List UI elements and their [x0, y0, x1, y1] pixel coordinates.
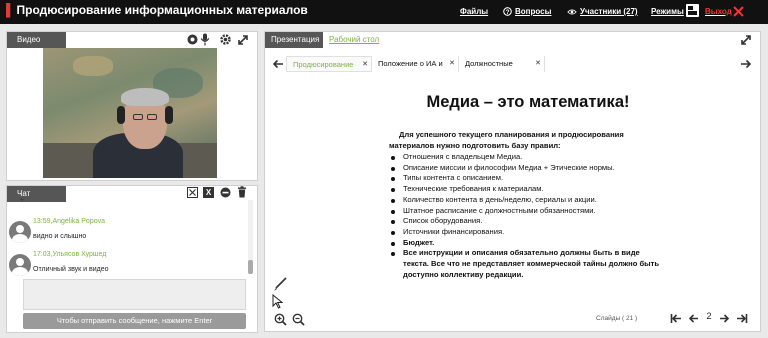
chat-time: 17:03,: [33, 251, 53, 258]
chat-scrollbar-thumb[interactable]: [248, 260, 253, 274]
next-page-icon[interactable]: [719, 313, 730, 324]
zoom-out-icon[interactable]: [292, 313, 305, 326]
app-title: ▌ Продюсирование информационных материало…: [6, 3, 308, 17]
questions-label: Вопросы: [515, 7, 552, 16]
exit-label: Выход: [705, 7, 732, 16]
slide-title: Медиа – это математика!: [426, 93, 630, 111]
close-icon[interactable]: ✕: [535, 56, 541, 72]
prev-page-icon[interactable]: [688, 313, 699, 324]
slide-body: Для успешного текущего планирования и пр…: [389, 130, 664, 280]
top-bar: ▌ Продюсирование информационных материало…: [0, 0, 768, 24]
files-link[interactable]: Файлы: [460, 7, 488, 16]
slide-intro: Для успешного текущего планирования и пр…: [389, 130, 624, 150]
doc-tab-1[interactable]: Продюсирование ✕: [286, 56, 372, 72]
slides-label: Слайды (: [596, 315, 625, 322]
slide-bullet: Бюджет.: [389, 238, 664, 249]
chat-truncated-line: +: [20, 197, 25, 204]
close-icon[interactable]: [733, 6, 744, 17]
chat-message-text: видно и слышно: [33, 233, 87, 240]
slide-bullet: Описание миссии и философии Медиа + Этич…: [389, 163, 664, 174]
close-icon[interactable]: ✕: [449, 56, 455, 72]
current-slide[interactable]: 2: [703, 311, 715, 321]
questions-link[interactable]: ? Вопросы: [503, 7, 551, 16]
layout-icon[interactable]: [686, 4, 699, 17]
doc-tab-label: Должностные: [465, 59, 513, 68]
eye-icon: [567, 9, 577, 14]
question-icon: ?: [503, 7, 512, 16]
doc-tab-label: Положение о ИА и: [378, 59, 443, 68]
tabs-left-arrow-icon[interactable]: [272, 59, 284, 69]
chat-input[interactable]: [23, 279, 246, 310]
gear-icon[interactable]: [219, 33, 232, 46]
video-frame: [43, 48, 217, 178]
chat-author[interactable]: Angelika Popova: [52, 218, 105, 225]
participants-link[interactable]: Участники (27): [567, 7, 638, 16]
tab-presentation-label: Презентация: [271, 35, 320, 44]
participants-label: Участники (27): [580, 7, 638, 16]
close-box-icon[interactable]: [187, 187, 198, 198]
slide-bullet: Количество контента в день/неделю, сериа…: [389, 195, 664, 206]
doc-tab-3[interactable]: Должностные ✕: [459, 56, 545, 72]
slide-bullet: Источники финансирования.: [389, 227, 664, 238]
slide-bullet: Типы контента с описанием.: [389, 173, 664, 184]
last-page-icon[interactable]: [736, 313, 748, 324]
chat-tab[interactable]: Чат: [7, 186, 66, 202]
avatar: [9, 221, 31, 243]
chat-message-header: 13:59,Angelika Popova: [33, 218, 105, 225]
chat-time: 13:59,: [33, 218, 53, 225]
slides-count: 21: [625, 315, 634, 322]
files-label: Файлы: [460, 7, 489, 16]
pen-icon[interactable]: [272, 276, 288, 292]
chat-author[interactable]: Ульясов Хуршед: [52, 251, 106, 258]
record-icon[interactable]: [187, 34, 198, 45]
tab-desktop[interactable]: Рабочий стол: [329, 35, 379, 44]
chat-message-header: 17:03,Ульясов Хуршед: [33, 251, 106, 258]
avatar: [9, 254, 31, 276]
video-tab[interactable]: Видео: [7, 32, 66, 48]
trash-icon[interactable]: [237, 186, 247, 198]
chat-scrollbar[interactable]: [248, 200, 253, 274]
tab-presentation[interactable]: Презентация: [265, 32, 323, 48]
headphones: [117, 106, 125, 124]
doc-tab-label: Продюсирование: [293, 60, 354, 69]
first-page-icon[interactable]: [670, 313, 682, 324]
cursor-icon[interactable]: [272, 294, 283, 309]
tabs-right-arrow-icon[interactable]: [740, 59, 752, 69]
expand-icon[interactable]: [237, 34, 249, 46]
slides-close-paren: ): [635, 315, 638, 322]
doc-tab-2[interactable]: Положение о ИА и ✕: [372, 56, 459, 72]
chat-message-text: Отличный звук и видео: [33, 266, 109, 273]
mic-icon[interactable]: [200, 33, 210, 46]
svg-text:?: ?: [506, 9, 510, 16]
send-hint-button[interactable]: Чтобы отправить сообщение, нажмите Enter: [23, 313, 246, 329]
slide-bullet: Технические требования к материалам.: [389, 184, 664, 195]
expand-icon[interactable]: [740, 34, 752, 46]
slide-bullet: Все инструкции и описания обязательно до…: [389, 248, 664, 280]
zoom-in-icon[interactable]: [274, 313, 287, 326]
video-tab-label: Видео: [17, 35, 41, 44]
chat-panel: [6, 185, 258, 333]
minus-circle-icon[interactable]: [220, 187, 231, 198]
modes-link[interactable]: Режимы: [651, 7, 684, 16]
modes-label: Режимы: [651, 7, 684, 16]
slide-bullet: Штатное расписание с должностными обязан…: [389, 206, 664, 217]
close-icon[interactable]: ✕: [362, 57, 368, 73]
app-title-text: Продюсирование информационных материалов: [16, 3, 308, 17]
slide-bullet: Отношения с владельцем Медиа.: [389, 152, 664, 163]
excel-icon[interactable]: X: [203, 187, 214, 198]
exit-button[interactable]: Выход: [705, 7, 732, 16]
slides-counter: Слайды ( 21 ): [596, 313, 650, 325]
slide-bullet: Список оборудования.: [389, 216, 664, 227]
